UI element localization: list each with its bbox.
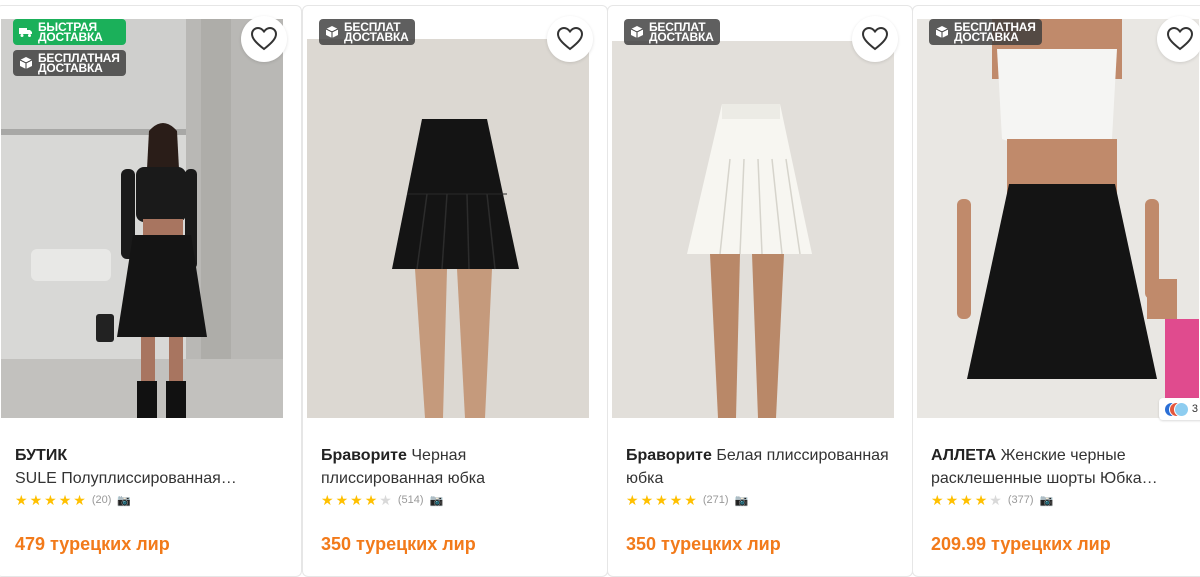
rating: ★ ★ ★ ★ ★ (271) 📷 [626, 493, 748, 507]
badge-line2: ДОСТАВКА [38, 61, 103, 75]
truck-icon [19, 25, 33, 39]
color-swatches-icon [1163, 402, 1189, 417]
star-icon: ★ [44, 492, 57, 508]
product-title[interactable]: БУТИК SULE Полуплиссированная… [15, 444, 279, 490]
price: 350 турецких лир [321, 534, 476, 554]
price: 209.99 турецких лир [931, 534, 1111, 554]
favorite-button[interactable] [852, 16, 898, 62]
free-delivery-badge: БЕСПЛАТ ДОСТАВКА [624, 19, 720, 45]
product-card[interactable]: БЕСПЛАТНАЯ ДОСТАВКА 3 АЛЛЕТА Женские черн… [912, 5, 1200, 577]
rating: ★ ★ ★ ★ ★ (377) 📷 [931, 493, 1053, 507]
product-title[interactable]: Браворите Белая плиссированная юбка [626, 444, 890, 490]
package-icon [935, 25, 949, 39]
price: 350 турецких лир [626, 534, 781, 554]
package-icon [325, 25, 339, 39]
color-variants-badge[interactable]: 3 [1158, 398, 1200, 420]
star-icon: ★ [321, 492, 334, 508]
rating-count: (20) [91, 494, 112, 506]
star-icon: ★ [640, 492, 654, 508]
camera-icon: 📷 [429, 494, 444, 507]
product-title[interactable]: АЛЛЕТА Женские черные расклешенные шорты… [931, 444, 1195, 490]
free-delivery-badge: БЕСПЛАТ ДОСТАВКА [319, 19, 415, 45]
camera-icon: 📷 [734, 494, 749, 507]
rating: ★ ★ ★ ★ ★ (514) 📷 [321, 493, 443, 507]
badge-line2: ДОСТАВКА [344, 30, 409, 44]
badge-line2: ДОСТАВКА [649, 30, 714, 44]
star-icon: ★ [655, 492, 668, 508]
favorite-button[interactable] [1157, 16, 1200, 62]
star-icon: ★ [931, 492, 944, 508]
star-icon: ★ [626, 492, 639, 508]
product-image[interactable] [612, 19, 894, 418]
package-icon [630, 25, 644, 39]
star-icon: ★ [350, 492, 363, 508]
brand-name: Браворите [321, 447, 407, 464]
favorite-button[interactable] [241, 16, 287, 62]
camera-icon: 📷 [117, 494, 132, 507]
product-name: SULE Полуплиссированная… [15, 470, 237, 487]
brand-name: Браворите [626, 447, 712, 464]
star-icon: ★ [29, 492, 43, 508]
heart-icon [862, 27, 888, 51]
product-image[interactable] [307, 19, 589, 418]
half-star-icon: ★ [73, 492, 86, 508]
product-card[interactable]: БЕСПЛАТ ДОСТАВКА Браворите Белая плиссиро… [607, 5, 913, 577]
free-delivery-badge: БЕСПЛАТНАЯ ДОСТАВКА [929, 19, 1042, 45]
price: 479 турецких лир [15, 534, 170, 554]
heart-icon [1167, 27, 1193, 51]
brand-name: БУТИК [15, 447, 68, 464]
half-star-icon: ★ [684, 492, 697, 508]
fast-delivery-badge: БЫСТРАЯ ДОСТАВКА [13, 19, 126, 45]
product-card[interactable]: БЕСПЛАТ ДОСТАВКА Браворите Черная плиссир… [302, 5, 608, 577]
heart-icon [251, 27, 277, 51]
favorite-button[interactable] [547, 16, 593, 62]
star-icon: ★ [364, 492, 378, 508]
free-delivery-badge: БЕСПЛАТНАЯ ДОСТАВКА [13, 50, 126, 76]
color-variants-count: 3 [1191, 403, 1198, 415]
rating-count: (271) [702, 494, 729, 506]
rating-count: (377) [1007, 494, 1034, 506]
star-icon: ★ [669, 492, 683, 508]
badge-line2: ДОСТАВКА [38, 30, 103, 44]
rating-count: (514) [397, 494, 424, 506]
empty-star-icon: ★ [989, 492, 1002, 508]
empty-star-icon: ★ [379, 492, 392, 508]
star-icon: ★ [945, 492, 959, 508]
heart-icon [557, 27, 583, 51]
badge-line2: ДОСТАВКА [954, 30, 1019, 44]
package-icon [19, 56, 33, 70]
product-image[interactable] [1, 19, 283, 418]
star-icon: ★ [974, 492, 988, 508]
star-icon: ★ [335, 492, 349, 508]
brand-name: АЛЛЕТА [931, 447, 997, 464]
product-card[interactable]: БЫСТРАЯ ДОСТАВКА БЕСПЛАТНАЯ ДОСТАВКА БУТИК… [0, 5, 302, 577]
star-icon: ★ [15, 492, 28, 508]
star-icon: ★ [960, 492, 973, 508]
camera-icon: 📷 [1039, 494, 1054, 507]
product-title[interactable]: Браворите Черная плиссированная юбка [321, 444, 585, 490]
rating: ★ ★ ★ ★ ★ (20) 📷 [15, 493, 131, 507]
star-icon: ★ [58, 492, 72, 508]
product-image[interactable] [917, 19, 1199, 418]
